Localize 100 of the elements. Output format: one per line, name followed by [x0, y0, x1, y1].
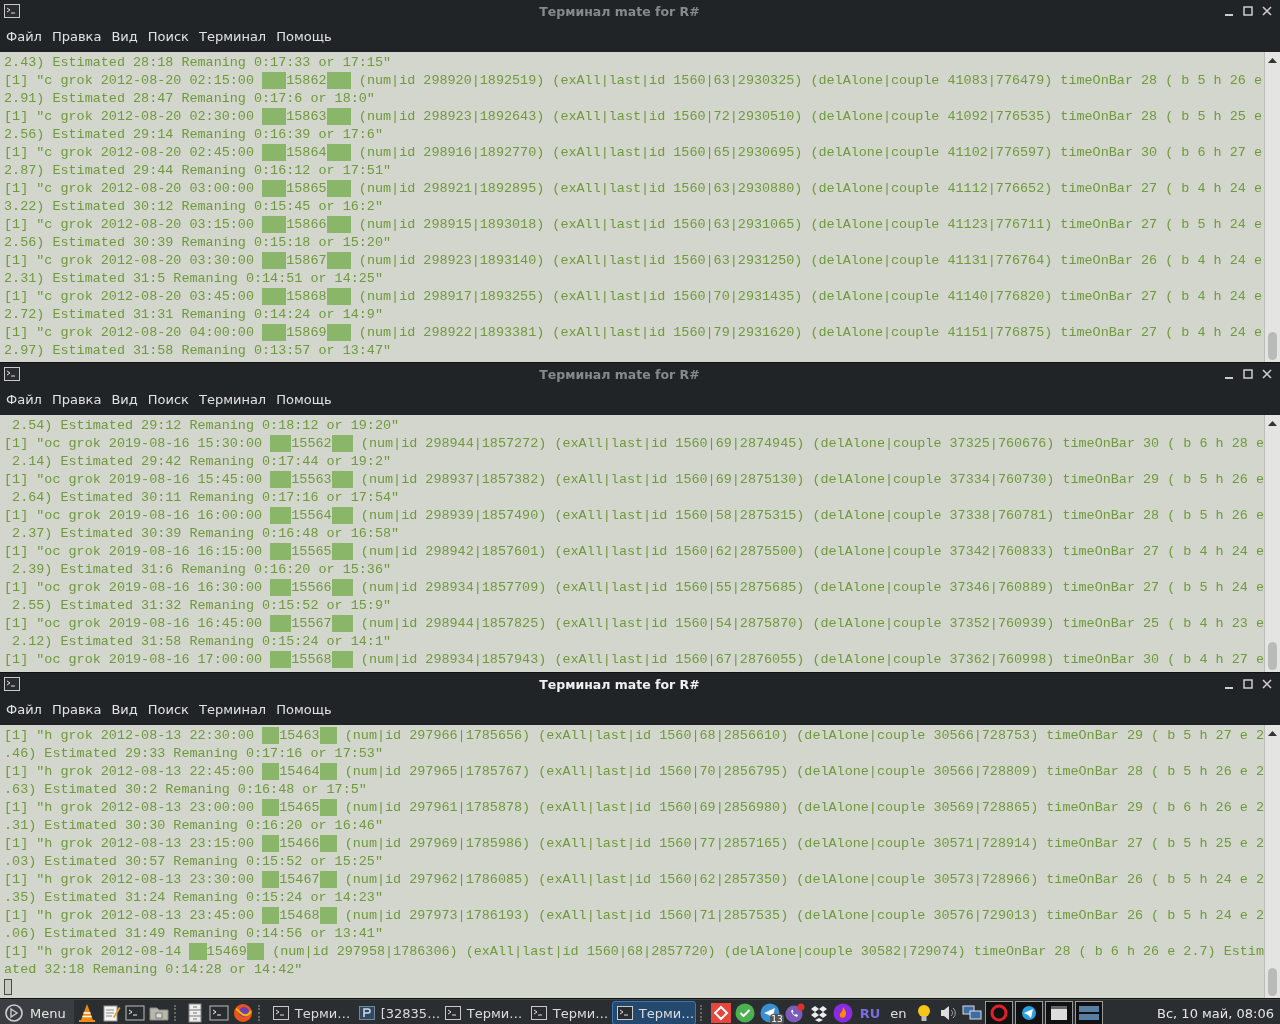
phone-bubble-icon[interactable] — [783, 1002, 806, 1024]
scrollbar[interactable] — [1264, 725, 1280, 998]
highlight-block — [262, 870, 280, 888]
taskbar-button[interactable]: Терми… — [525, 1001, 610, 1024]
terminal-text: [1] "c grok 2012-08-20 03:15:00 — [4, 216, 255, 232]
highlight-block — [319, 726, 337, 744]
terminal-text: [1] "h grok 2012-08-13 23:00:00 — [4, 799, 255, 815]
highlight-block — [331, 578, 353, 596]
terminal-line: 2.97) Estimated 31:58 Remaning 0:13:57 or 13:47" — [4, 341, 393, 359]
flame-icon[interactable] — [831, 1002, 854, 1024]
highlight-block — [326, 323, 351, 341]
menu-item[interactable]: Терминал — [194, 388, 271, 410]
menu-item[interactable]: Правка — [47, 25, 106, 47]
terminal-line: 2.31) Estimated 31:5 Remaning 0:14:51 or 14:25" — [4, 269, 384, 287]
terminal-text: [1] "c grok 2012-08-20 03:30:00 — [4, 252, 255, 268]
menu-item[interactable]: Терминал — [194, 25, 271, 47]
taskbar-button[interactable]: [32835… — [353, 1001, 438, 1024]
window-thumbnail[interactable] — [1044, 1001, 1073, 1024]
menu-item[interactable]: Помощь — [272, 25, 336, 47]
record-number: 15564 — [291, 507, 332, 523]
highlight-block — [262, 323, 287, 341]
highlight-block — [262, 287, 287, 305]
up-arrow-icon[interactable] — [1268, 57, 1277, 64]
record-number: 15562 — [291, 435, 332, 451]
scrollbar[interactable] — [1264, 415, 1280, 672]
terminal-text: (num|id 298934|1857943) (exAll|last|id 1560|67|2876055) (delAlone|couple 37362|760998) timeOnBar 30 ( b 4 h 27 e — [359, 651, 1264, 667]
highlight-block — [319, 834, 337, 852]
close-icon[interactable] — [1261, 369, 1272, 379]
window-title: Терминал mate for R# — [538, 366, 701, 382]
highlight-block — [270, 434, 292, 452]
highlight-block — [326, 251, 351, 269]
terminal-text: [1] "oc grok 2019-08-16 15:45:00 — [4, 471, 264, 487]
window-thumbnail[interactable] — [984, 1001, 1013, 1024]
highlight-block — [262, 798, 280, 816]
terminal-text: (num|id 298915|1893018) (exAll|last|id 1560|63|2931065) (delAlone|couple 41123|776711) timeOnBar 27 ( b 5 h 24 e — [357, 216, 1262, 232]
scrollbar-thumb[interactable] — [1268, 642, 1277, 670]
terminal-text: [1] "oc grok 2019-08-16 15:30:00 — [4, 435, 264, 451]
menu-item[interactable]: Правка — [47, 388, 106, 410]
menu-button[interactable]: Menu — [0, 1000, 74, 1024]
highlight-block — [262, 251, 287, 269]
close-icon[interactable] — [1261, 6, 1272, 16]
terminal-line: ated 32:18 Remaning 0:14:28 or 14:42" — [4, 960, 304, 978]
highlight-block — [270, 650, 292, 668]
terminal-text: (num|id 298922|1893381) (exAll|last|id 1560|79|2931620) (delAlone|couple 41151|776875) timeOnBar 27 ( b 4 h 24 e — [357, 324, 1262, 340]
menu-item[interactable]: Файл — [2, 388, 46, 410]
menu-item[interactable]: Файл — [2, 698, 46, 720]
record-number: 15868 — [286, 288, 327, 304]
taskbar-button[interactable]: Терми… — [439, 1001, 524, 1024]
terminal-line: 2.54) Estimated 29:12 Remaning 0:18:12 or 19:20" — [11, 416, 401, 434]
record-number: 15465 — [279, 799, 320, 815]
window-thumbnail[interactable] — [1014, 1001, 1043, 1024]
menu-item[interactable]: Терминал — [194, 698, 271, 720]
globe-icon[interactable] — [231, 1002, 254, 1024]
check-icon[interactable] — [733, 1002, 756, 1024]
menu-item[interactable]: Поиск — [143, 698, 193, 720]
highlight-block — [262, 71, 287, 89]
terminal-line: 2.56) Estimated 30:39 Remaning 0:15:18 or 15:20" — [4, 233, 393, 251]
terminal-text: (num|id 298937|1857382) (exAll|last|id 1560|69|2875130) (delAlone|couple 37334|760730) timeOnBar 29 ( b 5 h 26 e — [359, 471, 1264, 487]
highlight-block — [326, 107, 351, 125]
highlight-block — [326, 287, 351, 305]
menu-item[interactable]: Правка — [47, 698, 106, 720]
scrollbar[interactable] — [1264, 52, 1280, 362]
menu-item[interactable]: Поиск — [143, 25, 193, 47]
record-number: 15466 — [279, 835, 320, 851]
menu-item[interactable]: Помощь — [272, 388, 336, 410]
record-number: 15862 — [286, 72, 327, 88]
terminal-icon[interactable] — [207, 1002, 230, 1024]
up-arrow-icon[interactable] — [1268, 730, 1277, 737]
record-number: 15568 — [291, 651, 332, 667]
terminal-icon — [4, 4, 20, 18]
menu-item[interactable]: Вид — [107, 25, 142, 47]
taskbar-button[interactable]: Терми… — [267, 1001, 352, 1024]
terminal-text: [1] "oc grok 2019-08-16 16:45:00 — [4, 615, 264, 631]
terminal-text: (num|id 298934|1857709) (exAll|last|id 1560|55|2875685) (delAlone|couple 37346|760889) timeOnBar 27 ( b 5 h 24 e — [359, 579, 1264, 595]
window-thumbnail[interactable] — [1074, 1001, 1103, 1024]
terminal-line: 2.91) Estimated 28:47 Remaning 0:17:6 or 18:0" — [4, 89, 376, 107]
maximize-icon[interactable] — [1242, 679, 1253, 689]
terminal-line: 2.56) Estimated 29:14 Remaning 0:16:39 or 17:6" — [4, 125, 384, 143]
highlight-block — [262, 143, 287, 161]
scrollbar-thumb[interactable] — [1268, 968, 1277, 996]
maximize-icon[interactable] — [1242, 6, 1253, 16]
maximize-icon[interactable] — [1242, 369, 1253, 379]
scrollbar-thumb[interactable] — [1268, 332, 1277, 360]
taskbar-button[interactable]: Терми… — [611, 1001, 696, 1024]
language-indicator[interactable]: en — [886, 1005, 911, 1021]
highlight-block — [262, 762, 280, 780]
terminal-text: (num|id 297973|1786193) (exAll|last|id 1560|71|2857535) (delAlone|couple 30576|729013) timeOnBar 26 ( b 5 h 24 e 2 — [343, 907, 1264, 923]
highlight-block — [262, 726, 280, 744]
menu-item[interactable]: Вид — [107, 698, 142, 720]
up-arrow-icon[interactable] — [1268, 420, 1277, 427]
terminal-text: (num|id 298921|1892895) (exAll|last|id 1560|63|2930880) (delAlone|couple 41112|776652) timeOnBar 27 ( b 4 h 24 e — [357, 180, 1262, 196]
menu-item[interactable]: Помощь — [272, 698, 336, 720]
terminal-icon — [444, 1006, 461, 1020]
menu-item[interactable]: Вид — [107, 388, 142, 410]
menu-item[interactable]: Поиск — [143, 388, 193, 410]
menu-item[interactable]: Файл — [2, 25, 46, 47]
terminal-text: [1] "c grok 2012-08-20 02:30:00 — [4, 108, 255, 124]
close-icon[interactable] — [1261, 679, 1272, 689]
highlight-block — [319, 906, 337, 924]
terminal-icon[interactable] — [123, 1002, 146, 1024]
